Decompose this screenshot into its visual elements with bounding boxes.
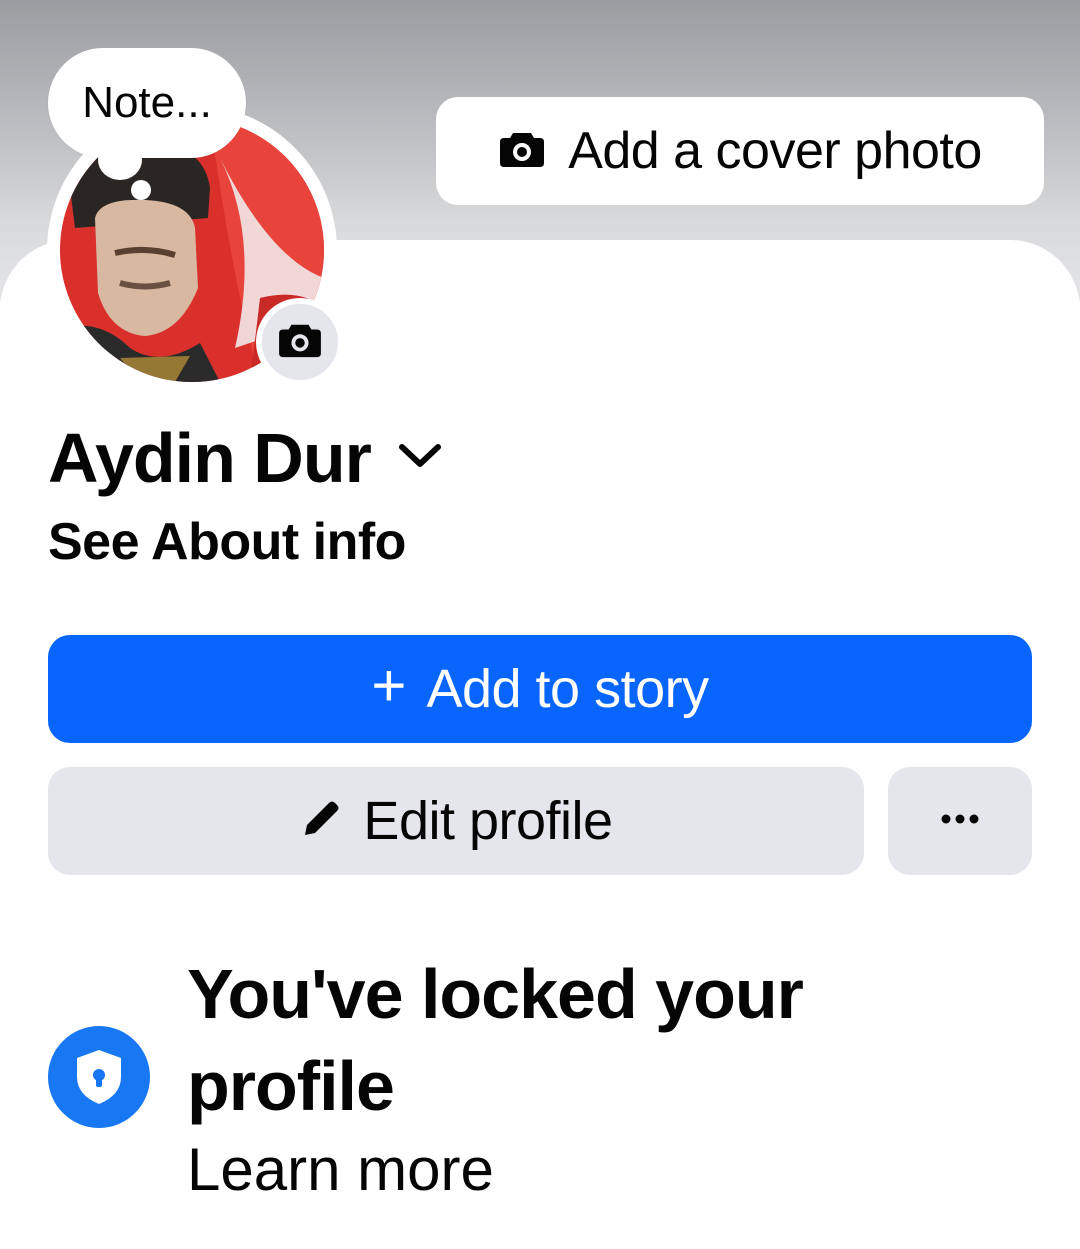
add-to-story-label: Add to story [426,659,709,719]
camera-icon [498,129,546,174]
note-bubble[interactable]: Note... [48,48,246,158]
add-to-story-button[interactable]: + Add to story [48,635,1032,743]
note-placeholder: Note... [82,78,212,127]
add-cover-photo-label: Add a cover photo [568,122,982,180]
change-profile-picture-button[interactable] [256,298,344,386]
chevron-down-icon [397,441,443,476]
edit-profile-button[interactable]: Edit profile [48,767,864,875]
profile-name-switcher[interactable]: Aydin Dur [48,418,443,498]
camera-icon [277,321,323,364]
locked-profile-title: You've locked your profile [187,955,804,1125]
pencil-icon [299,797,343,846]
profile-name: Aydin Dur [48,419,372,497]
see-about-info-link[interactable]: See About info [48,512,406,572]
add-cover-photo-button[interactable]: Add a cover photo [436,97,1044,205]
plus-icon: + [371,652,407,719]
learn-more-link[interactable]: Learn more [187,1135,494,1204]
note-bubble-tail [98,140,142,180]
note-bubble-tail-small [131,180,151,200]
edit-profile-label: Edit profile [363,791,613,851]
more-options-button[interactable] [888,767,1032,875]
shield-lock-icon [48,1026,150,1128]
more-dots-icon [940,812,980,830]
